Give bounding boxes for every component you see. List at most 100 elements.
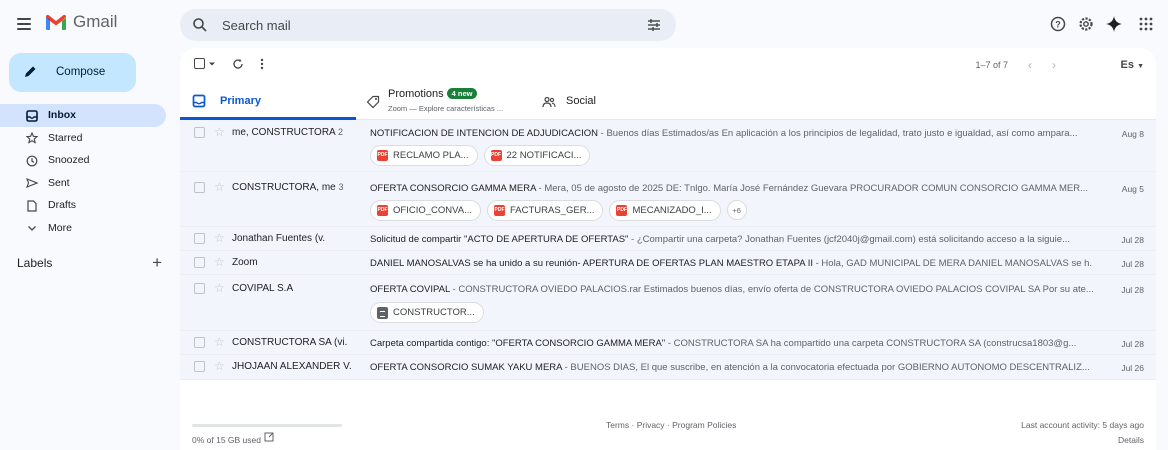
tag-icon [366,95,380,109]
mail-toolbar: 1–7 of 7 ‹ › Es ▼ [180,48,1156,84]
terms-privacy-links[interactable]: Terms · Privacy · Program Policies [606,420,736,430]
email-row[interactable]: ☆ CONSTRUCTORA, me 3 OFERTA CONSORCIO GA… [180,172,1156,227]
sidebar-item-starred[interactable]: Starred [0,127,172,150]
attachment-chip[interactable]: PDF FACTURAS_GER... [487,200,604,221]
star-toggle-icon[interactable]: ☆ [214,281,225,295]
tab-primary-label: Primary [220,95,261,107]
search-input[interactable] [222,9,642,41]
compose-button[interactable]: Compose [9,53,136,92]
newer-page-chevron-left-icon[interactable]: ‹ [1028,58,1032,72]
email-sender: COVIPAL S.A [232,283,294,294]
pencil-icon [25,66,36,77]
sidebar-item-more[interactable]: More [0,217,172,240]
help-icon[interactable]: ? [1048,14,1068,34]
thread-count: 2 [337,127,343,137]
email-row[interactable]: ☆ me, CONSTRUCTORA 2 NOTIFICACION DE INT… [180,120,1156,172]
attachment-chip[interactable]: CONSTRUCTOR... [370,302,484,323]
main-menu-icon[interactable] [12,12,36,36]
search-icon[interactable] [192,17,208,33]
attachment-name: CONSTRUCTOR... [393,307,475,318]
pdf-file-icon: PDF [377,205,388,216]
star-toggle-icon[interactable]: ☆ [214,255,225,269]
clock-icon [25,154,38,167]
email-snippet: - BUENOS DIAS, El que suscribe, en atenc… [561,362,1090,373]
email-snippet: - Hola, GAD MUNICIPAL DE MERA DANIEL MAN… [812,258,1093,269]
gemini-sparkle-icon[interactable] [1104,14,1124,34]
pdf-file-icon: PDF [616,205,628,216]
add-label-plus-icon[interactable]: + [152,254,162,271]
star-toggle-icon[interactable]: ☆ [214,231,225,245]
chevron-down-icon [25,222,38,235]
gmail-wordmark: Gmail [73,12,118,31]
row-checkbox[interactable] [194,361,205,372]
row-checkbox[interactable] [194,233,205,244]
email-subject: OFERTA CONSORCIO SUMAK YAKU MERA [370,362,562,373]
email-date: Jul 28 [1121,235,1144,245]
row-checkbox[interactable] [194,283,205,294]
email-subject: Solicitud de compartir "ACTO DE APERTURA… [370,234,629,245]
tab-promotions[interactable]: Promotions 4 new Zoom — Explore caracterí… [356,84,532,120]
caret-down-icon[interactable] [208,60,216,68]
compose-label: Compose [56,66,106,78]
category-tabs: Primary Promotions 4 new Zoom — Explore c… [180,84,1156,120]
input-language-selector[interactable]: Es ▼ [1121,59,1144,71]
star-toggle-icon[interactable]: ☆ [214,125,225,139]
sidebar-item-snoozed[interactable]: Snoozed [0,149,172,172]
attachment-chip[interactable]: PDF OFICIO_CONVA... [370,200,482,221]
pagination-text: 1–7 of 7 [975,60,1008,70]
thread-count: 3 [338,182,344,192]
email-snippet: - Mera, 05 de agosto de 2025 DE: Tnlgo. … [535,183,1088,194]
star-toggle-icon[interactable]: ☆ [214,359,225,373]
email-snippet: - ¿Compartir una carpeta? Jonathan Fuent… [628,234,1070,245]
open-external-icon[interactable] [264,432,274,442]
tab-social-label: Social [566,95,596,107]
row-checkbox[interactable] [194,337,205,348]
attachment-name: MECANIZADO_I... [632,205,712,216]
attachment-chip[interactable]: PDF 22 NOTIFICACI... [483,145,591,166]
sidebar-item-inbox[interactable]: Inbox [0,104,166,127]
attachment-chips: PDF OFICIO_CONVA... PDF FACTURAS_GER... PD… [370,200,747,221]
labels-header: Labels + [17,254,162,271]
email-row[interactable]: ☆ JHOJAAN ALEXANDER V. OFERTA CONSORCIO … [180,355,1156,380]
attachment-name: FACTURAS_GER... [510,205,595,216]
apps-grid-icon[interactable] [1136,14,1156,34]
row-checkbox[interactable] [194,257,205,268]
attachment-chips: CONSTRUCTOR... [370,302,484,323]
tab-promotions-label: Promotions [388,88,444,100]
refresh-icon[interactable] [232,58,244,70]
email-row[interactable]: ☆ COVIPAL S.A OFERTA COVIPAL - CONSTRUCT… [180,275,1156,331]
settings-gear-icon[interactable] [1076,14,1096,34]
more-attachments-chip[interactable]: +6 [726,200,747,220]
row-checkbox[interactable] [194,127,205,138]
email-subject: Carpeta compartida contigo: "OFERTA CONS… [370,338,666,349]
details-link[interactable]: Details [1118,435,1144,445]
people-icon [542,96,556,108]
email-row[interactable]: ☆ Zoom DANIEL MANOSALVAS se ha unido a s… [180,251,1156,275]
inbox-icon [25,109,38,122]
more-vert-icon[interactable] [260,58,264,70]
attachment-chip[interactable]: PDF RECLAMO PLA... [370,145,478,166]
older-page-chevron-right-icon[interactable]: › [1052,58,1056,72]
search-options-icon[interactable] [646,17,662,33]
email-snippet: - CONSTRUCTORA OVIEDO PALACIOS.rar Estim… [449,284,1093,295]
email-row[interactable]: ☆ CONSTRUCTORA SA (vi. Carpeta compartid… [180,331,1156,355]
inbox-icon [192,94,206,108]
attachment-name: OFICIO_CONVA... [393,205,473,216]
select-all-checkbox[interactable] [194,58,216,69]
attachment-chip[interactable]: PDF MECANIZADO_I... [609,200,721,221]
star-toggle-icon[interactable]: ☆ [214,335,225,349]
attachment-chips: PDF RECLAMO PLA... PDF 22 NOTIFICACI... [370,145,591,166]
email-row[interactable]: ☆ Jonathan Fuentes (v. Solicitud de comp… [180,227,1156,251]
sidebar-item-drafts[interactable]: Drafts [0,194,172,217]
star-toggle-icon[interactable]: ☆ [214,180,225,194]
gmail-logo[interactable]: Gmail [45,12,117,32]
pdf-file-icon: PDF [490,150,502,161]
tab-promotions-preview: Zoom — Explore características ... [388,104,504,113]
row-checkbox[interactable] [194,182,205,193]
email-snippet: - Buenos días Estimados/as En aplicación… [598,128,1078,139]
archive-file-icon [377,306,388,319]
tab-primary[interactable]: Primary [180,84,356,120]
sidebar-item-sent[interactable]: Sent [0,172,172,195]
tab-social[interactable]: Social [532,84,708,120]
sidebar-item-label: Inbox [48,109,76,121]
